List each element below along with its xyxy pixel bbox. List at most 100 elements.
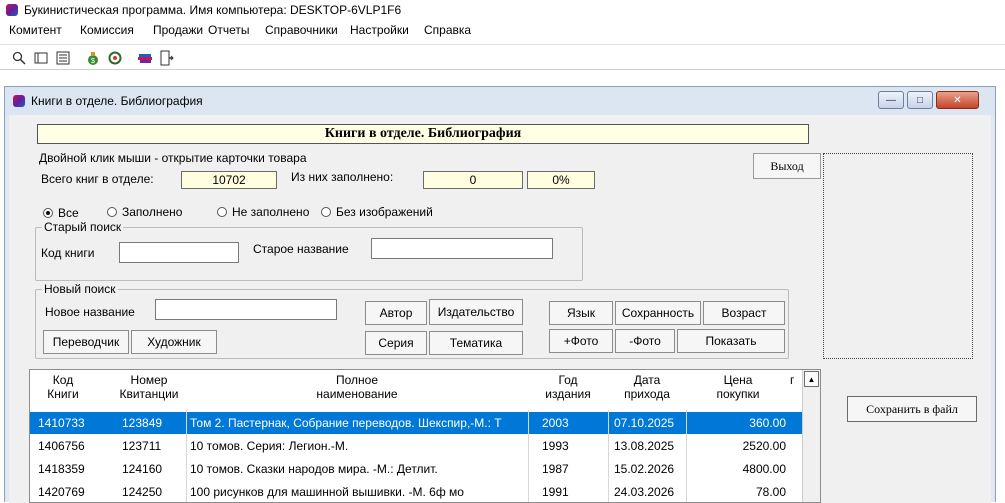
refresh-icon[interactable] — [106, 49, 124, 67]
grid-vertical-scrollbar[interactable]: ▲ — [802, 370, 820, 502]
cell-name: Том 2. Пастернак, Собрание переводов. Ше… — [190, 416, 502, 430]
cell-date: 13.08.2025 — [614, 439, 675, 453]
new-search-legend: Новый поиск — [42, 282, 118, 296]
column-header-line: Номер — [130, 373, 168, 387]
series-button[interactable]: Серия — [365, 331, 427, 355]
toolbar-separator — [3, 48, 4, 68]
condition-button[interactable]: Сохранность — [615, 301, 701, 325]
column-header-line: Год — [558, 373, 578, 387]
column-header-name[interactable]: Полное наименование — [186, 370, 528, 408]
new-name-label: Новое название — [45, 305, 135, 319]
language-button[interactable]: Язык — [549, 301, 613, 325]
artist-button[interactable]: Художник — [131, 330, 217, 354]
radio-dot-selected — [43, 208, 53, 218]
filter-no-images-radio[interactable]: Без изображений — [321, 205, 433, 219]
toolbar-separator — [181, 48, 182, 68]
old-name-label: Старое название — [253, 242, 349, 256]
cell-price: 78.00 — [755, 485, 786, 499]
book-code-input[interactable] — [119, 242, 239, 263]
filter-all-radio[interactable]: Все — [43, 206, 79, 220]
scroll-up-arrow-icon[interactable]: ▲ — [804, 371, 819, 387]
menu-item-spravochniki[interactable]: Справочники — [265, 23, 338, 37]
cell-name: 10 томов. Серия: Легион.-М. — [190, 439, 349, 453]
filter-filled-radio[interactable]: Заполнено — [107, 205, 182, 219]
find-icon[interactable] — [10, 49, 28, 67]
toolbar-separator — [129, 48, 130, 68]
app-title-bar: Букинистическая программа. Имя компьютер… — [0, 0, 1005, 20]
cell-price: 2520.00 — [742, 439, 786, 453]
cell-name: 10 томов. Сказки народов мира. -М.: Детл… — [190, 462, 438, 476]
cell-year: 1993 — [542, 439, 569, 453]
cell-price: 360.00 — [749, 416, 786, 430]
books-window: Книги в отделе. Библиография — □ ✕ Книги… — [4, 86, 996, 503]
column-header-date[interactable]: Дата прихода — [608, 370, 686, 408]
radio-dot — [217, 207, 227, 217]
cell-receipt: 123711 — [122, 439, 162, 453]
total-books-label: Всего книг в отделе: — [41, 172, 154, 186]
author-button[interactable]: Автор — [365, 301, 427, 325]
close-button[interactable]: ✕ — [936, 91, 979, 109]
column-header-line: Полное — [335, 373, 378, 387]
column-header-line: наименование — [316, 387, 398, 401]
total-books-value: 10702 — [181, 171, 277, 189]
menu-item-prodazhi[interactable]: Продажи — [153, 23, 203, 37]
old-name-input[interactable] — [371, 238, 553, 259]
cell-receipt: 123849 — [122, 416, 163, 430]
column-header-line: прихода — [624, 387, 670, 401]
cell-date: 15.02.2026 — [614, 462, 675, 476]
remove-photo-button[interactable]: -Фото — [615, 329, 675, 353]
translator-button[interactable]: Переводчик — [43, 330, 129, 354]
exit-button[interactable]: Выход — [753, 153, 821, 179]
money-bag-icon[interactable]: $ — [84, 49, 102, 67]
exit-door-icon[interactable] — [158, 49, 176, 67]
menu-item-spravka[interactable]: Справка — [424, 23, 471, 37]
column-header-line: Цена — [723, 373, 753, 387]
menu-item-otchety[interactable]: Отчеты — [208, 23, 249, 37]
menu-item-nastroyki[interactable]: Настройки — [350, 23, 409, 37]
column-header-price[interactable]: Цена покупки — [686, 370, 790, 408]
window-client-area: Книги в отделе. Библиография Двойной кли… — [9, 115, 991, 503]
maximize-button[interactable]: □ — [907, 91, 933, 109]
age-button[interactable]: Возраст — [703, 301, 785, 325]
new-name-input[interactable] — [155, 299, 337, 320]
topic-button[interactable]: Тематика — [429, 331, 523, 355]
filled-percent-value: 0% — [527, 171, 595, 189]
column-header-line: покупки — [716, 387, 760, 401]
menu-bar: Комитент Комиссия Продажи Отчеты Справоч… — [0, 20, 1005, 40]
filter-all-label: Все — [58, 206, 79, 220]
menu-item-komissiya[interactable]: Комиссия — [80, 23, 134, 37]
grid-line — [186, 410, 187, 502]
minimize-button[interactable]: — — [878, 91, 904, 109]
list-icon[interactable] — [54, 49, 72, 67]
toolbar: $ — [0, 44, 1005, 70]
book-image-panel — [823, 153, 973, 359]
svg-text:$: $ — [91, 58, 95, 65]
cell-code: 1420769 — [38, 485, 85, 499]
column-header-receipt[interactable]: Номер Квитанции — [112, 370, 186, 408]
publisher-button[interactable]: Издательство — [429, 299, 523, 325]
cell-year: 1991 — [542, 485, 569, 499]
cell-year: 2003 — [542, 416, 569, 430]
column-header-extra[interactable]: г — [790, 370, 802, 408]
window-title: Книги в отделе. Библиография — [31, 94, 203, 108]
menu-item-komitent[interactable]: Комитент — [9, 23, 62, 37]
books-icon[interactable] — [136, 49, 154, 67]
save-to-file-button[interactable]: Сохранить в файл — [847, 396, 977, 422]
books-grid[interactable]: Код Книги Номер Квитанции Полное наимено… — [29, 369, 821, 503]
filled-label: Из них заполнено: — [291, 170, 394, 184]
app-icon — [6, 4, 18, 16]
cell-name: 100 рисунков для машинной вышивки. -М. 6… — [190, 485, 464, 499]
cell-date: 07.10.2025 — [614, 416, 675, 430]
column-header-year[interactable]: Год издания — [528, 370, 608, 408]
card-icon[interactable] — [32, 49, 50, 67]
cell-price: 4800.00 — [742, 462, 786, 476]
show-button[interactable]: Показать — [677, 329, 785, 353]
filter-not-filled-radio[interactable]: Не заполнено — [217, 205, 309, 219]
cell-code: 1406756 — [38, 439, 85, 453]
filled-count-value: 0 — [423, 171, 523, 189]
column-header-code[interactable]: Код Книги — [30, 370, 96, 408]
cell-receipt: 124250 — [122, 485, 163, 499]
add-photo-button[interactable]: +Фото — [549, 329, 613, 353]
column-header-line: издания — [545, 387, 591, 401]
cell-year: 1987 — [542, 462, 569, 476]
